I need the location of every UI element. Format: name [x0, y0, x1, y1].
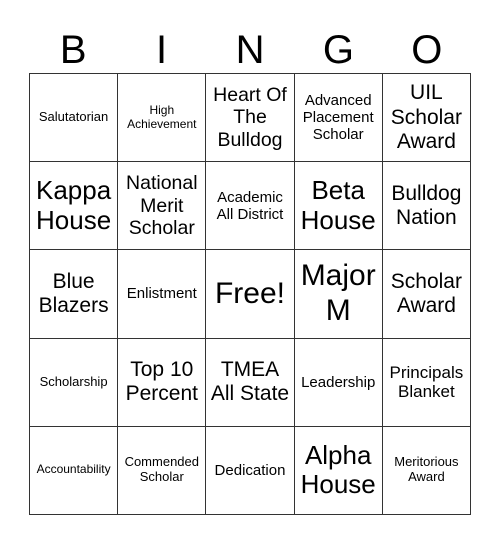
bingo-cell[interactable]: Enlistment [118, 250, 207, 339]
header-letter-g: G [322, 28, 354, 72]
bingo-cell[interactable]: Accountability [30, 426, 119, 515]
bingo-cell[interactable]: High Achievement [118, 74, 207, 163]
bingo-cell[interactable]: Blue Blazers [30, 250, 119, 339]
bingo-cell[interactable]: UIL Scholar Award [382, 74, 471, 163]
bingo-cell[interactable]: Alpha House [294, 426, 383, 515]
bingo-cell[interactable]: Advanced Placement Scholar [294, 74, 383, 163]
bingo-cell[interactable]: Kappa House [30, 162, 119, 251]
bingo-cell[interactable]: TMEA All State [206, 338, 295, 427]
bingo-cell[interactable]: Beta House [294, 162, 383, 251]
bingo-cell[interactable]: Leadership [294, 338, 383, 427]
bingo-cell[interactable]: Heart Of The Bulldog [206, 74, 295, 163]
bingo-cell[interactable]: National Merit Scholar [118, 162, 207, 251]
bingo-cell[interactable]: Academic All District [206, 162, 295, 251]
free-space[interactable]: Free! [206, 250, 295, 339]
bingo-cell[interactable]: Meritorious Award [382, 426, 471, 515]
header-letter-n: N [235, 28, 265, 72]
header-letter-b: B [59, 28, 87, 72]
header-letter-o: O [411, 28, 443, 72]
bingo-cell[interactable]: Scholarship [30, 338, 119, 427]
bingo-cell[interactable]: Bulldog Nation [382, 162, 471, 251]
bingo-cell[interactable]: Salutatorian [30, 74, 119, 163]
bingo-cell[interactable]: Scholar Award [382, 250, 471, 339]
bingo-cell[interactable]: Major M [294, 250, 383, 339]
bingo-header: B I N G O [29, 28, 471, 72]
bingo-cell[interactable]: Dedication [206, 426, 295, 515]
bingo-cell[interactable]: Principals Blanket [382, 338, 471, 427]
bingo-cell[interactable]: Top 10 Percent [118, 338, 207, 427]
header-letter-i: I [156, 28, 168, 72]
bingo-grid: Salutatorian High Achievement Heart Of T… [29, 73, 471, 515]
bingo-cell[interactable]: Commended Scholar [118, 426, 207, 515]
